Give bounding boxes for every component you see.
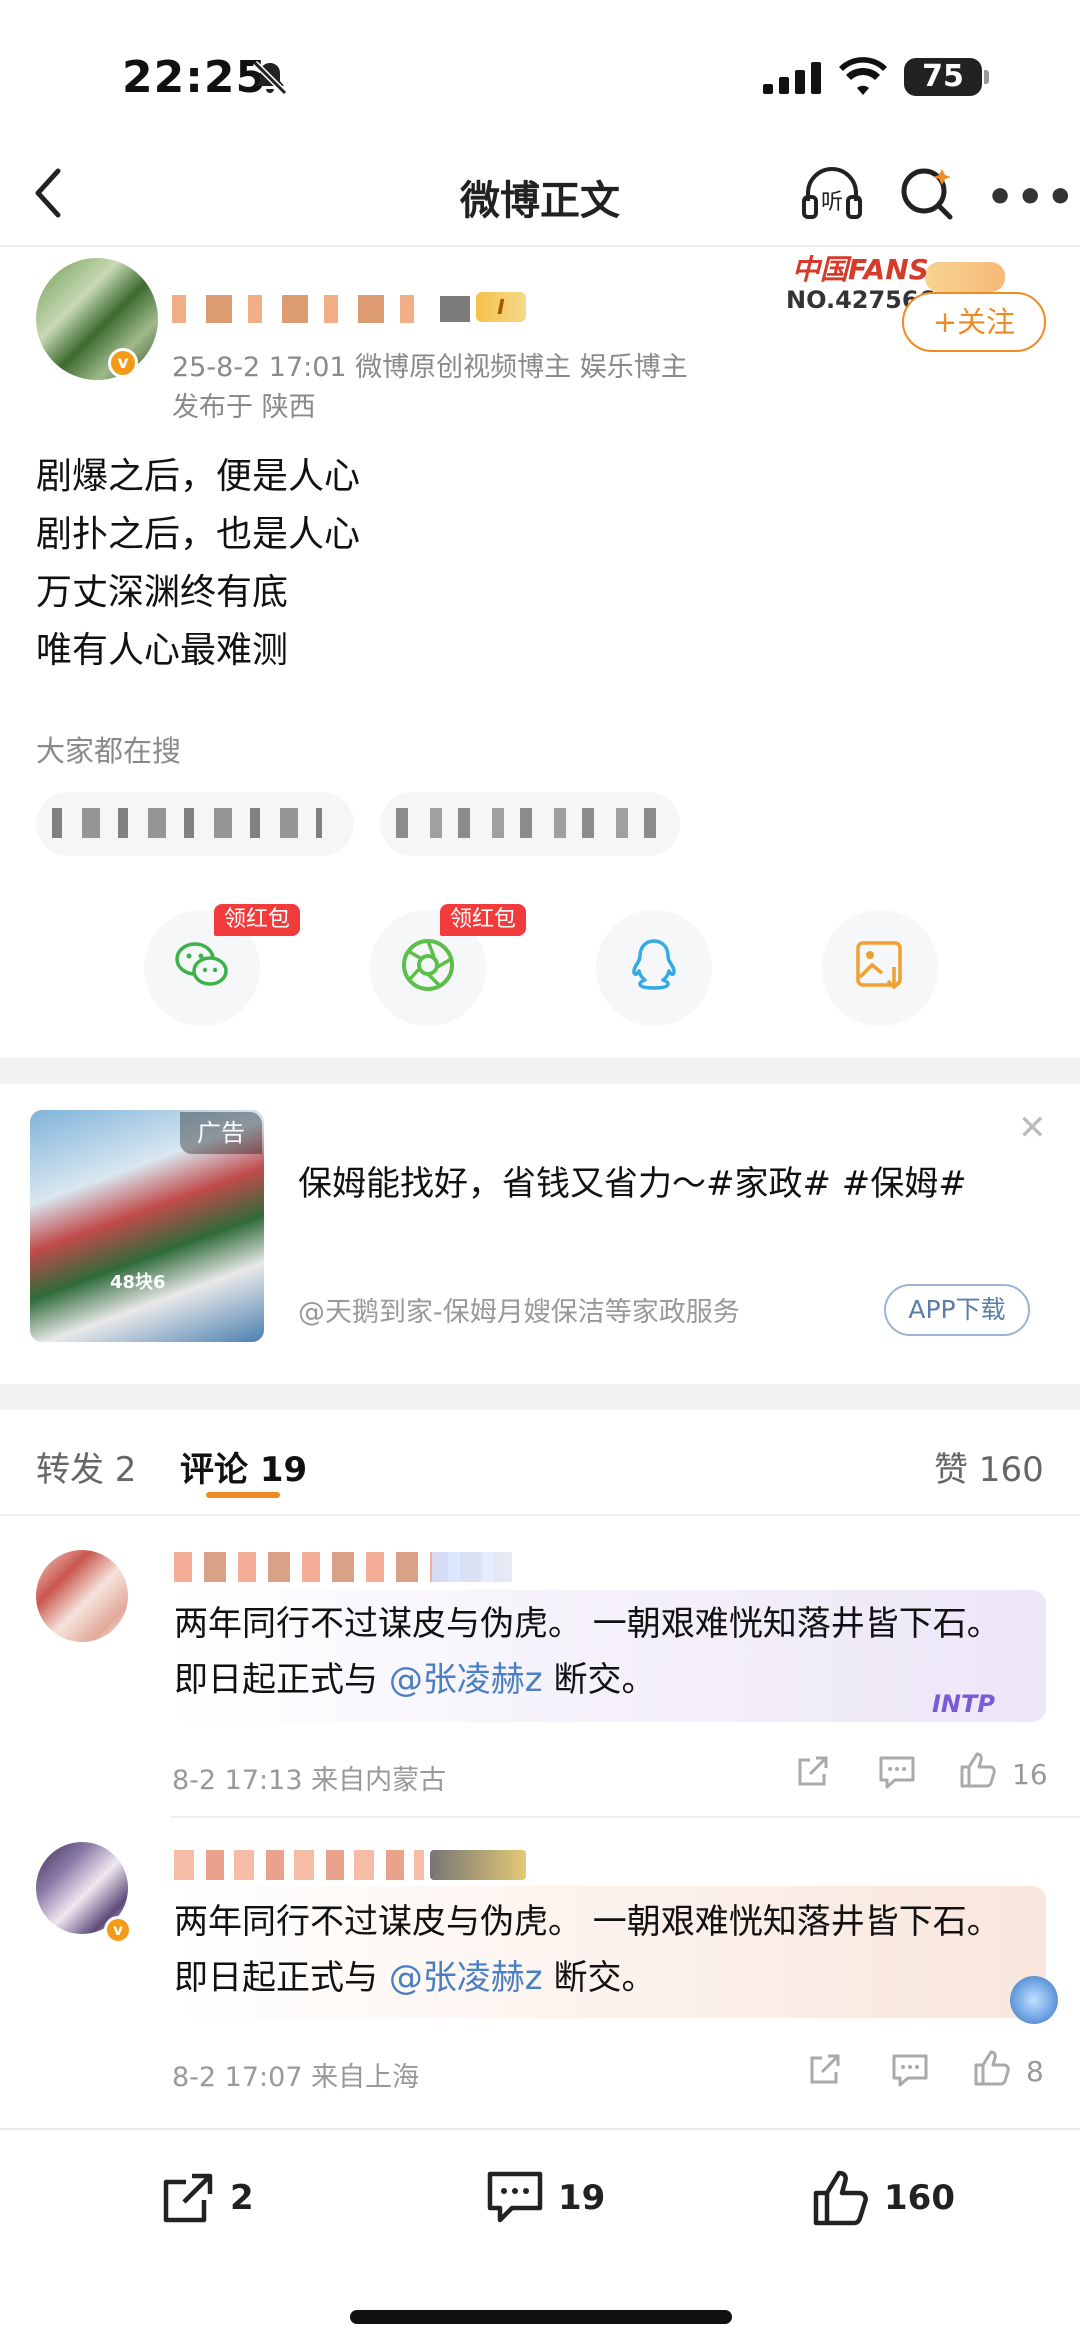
follow-button[interactable]: +关注 [902,292,1046,352]
commenter-name-blurred[interactable] [174,1850,424,1880]
reply-icon[interactable] [877,1754,917,1794]
bottom-bar-divider [0,2128,1080,2130]
comment-text-part: 断交。 [542,1958,656,1998]
verified-badge-icon: v [108,348,138,378]
repost-button[interactable]: 2 [158,2168,254,2228]
fans-badge-logo: 中国FANS [792,253,929,286]
comment-text: 两年同行不过谋皮与伪虎。 一朝艰难恍知落井皆下石。 即日起正式与 @张凌赫z 断… [174,1894,1034,2006]
post-meta: 25-8-2 17:01 微博原创视频博主 娱乐博主 [172,352,688,383]
redpack-badge: 领红包 [214,904,301,936]
like-count: 8 [1026,2055,1044,2088]
post-location: 发布于 陕西 [172,392,316,423]
level-badge: I [476,292,526,322]
tab-comment[interactable]: 评论 19 [180,1442,307,1491]
post-line: 唯有人心最难测 [36,630,289,671]
like-thumb-icon[interactable] [972,2048,1012,2092]
share-icon[interactable] [794,1752,832,1794]
commenter-avatar[interactable] [36,1550,128,1642]
repost-count: 2 [230,2178,254,2218]
save-image-icon [850,935,910,999]
comment-decoration-avatar [1010,1976,1058,2024]
author-name-blurred[interactable] [172,295,422,323]
comment-icon [487,2171,543,2223]
post-line: 剧爆之后，便是人心 [36,456,361,497]
bell-muted-icon [250,58,290,102]
post-content: 剧爆之后，便是人心 剧扑之后，也是人心 万丈深渊终有底 唯有人心最难测 [36,448,360,680]
battery-indicator: 75 [904,58,982,96]
listen-headphones-icon[interactable]: 听 [800,163,864,227]
tab-like[interactable]: 赞 160 [934,1442,1044,1491]
ad-image-caption: 48块6 [110,1272,166,1293]
qq-icon [624,935,684,999]
user-mention-link[interactable]: @张凌赫z [389,1660,543,1700]
ad-title[interactable]: 保姆能找好，省钱又省力～#家政# #保姆# [298,1156,967,1205]
comment-text-part: 断交。 [542,1660,656,1700]
section-separator [0,1058,1080,1084]
wechat-icon [172,935,232,999]
comment-meta: 8-2 17:07 来自上海 [172,2062,420,2093]
comment-button[interactable]: 19 [484,2168,605,2228]
author-avatar[interactable] [36,258,158,380]
repost-icon [163,2173,213,2223]
comment-divider [170,1816,1080,1818]
hot-search-chip-text-blurred [396,808,656,838]
wifi-icon [838,57,888,101]
tab-divider [0,1514,1080,1516]
close-icon[interactable]: ✕ [1018,1108,1047,1148]
more-options-icon[interactable]: ••• [986,172,1076,223]
ad-source[interactable]: @天鹅到家-保姆月嫂保洁等家政服务 [298,1290,740,1329]
like-count: 160 [884,2178,955,2218]
cellular-signal-icon [763,62,825,98]
comment-count: 19 [558,2178,606,2218]
commenter-badge [430,1850,526,1880]
battery-tip [984,70,989,84]
like-thumb-icon[interactable] [958,1750,998,1794]
like-thumb-icon [813,2170,868,2226]
comment-decoration: INTP [932,1690,995,1718]
search-icon[interactable] [898,163,956,227]
hot-search-chip-text-blurred [52,808,322,838]
fans-badge-decoration [925,262,1005,292]
author-name-blurred-part [440,296,470,322]
verified-badge-icon: v [104,1916,132,1944]
tab-active-indicator [206,1492,280,1498]
comment-meta: 8-2 17:13 来自内蒙古 [172,1765,447,1796]
like-button[interactable]: 160 [810,2168,955,2228]
svg-text:听: 听 [821,190,843,215]
moments-aperture-icon [398,935,458,999]
user-mention-link[interactable]: @张凌赫z [389,1958,543,1998]
hot-search-label: 大家都在搜 [36,734,182,768]
redpack-badge: 领红包 [440,904,527,936]
comment-text: 两年同行不过谋皮与伪虎。 一朝艰难恍知落井皆下石。 即日起正式与 @张凌赫z 断… [174,1596,1034,1708]
share-icon[interactable] [806,2050,844,2092]
commenter-badge [432,1552,512,1582]
app-download-button[interactable]: APP下载 [884,1284,1030,1336]
status-time: 22:25 [122,52,268,103]
like-count: 16 [1012,1758,1048,1791]
home-indicator [350,2310,732,2324]
post-line: 剧扑之后，也是人心 [36,514,361,555]
tab-repost[interactable]: 转发 2 [36,1442,136,1491]
post-line: 万丈深渊终有底 [36,572,289,613]
section-separator [0,1384,1080,1410]
reply-icon[interactable] [890,2052,930,2092]
ad-tag: 广告 [180,1112,262,1154]
nav-divider [0,245,1080,247]
